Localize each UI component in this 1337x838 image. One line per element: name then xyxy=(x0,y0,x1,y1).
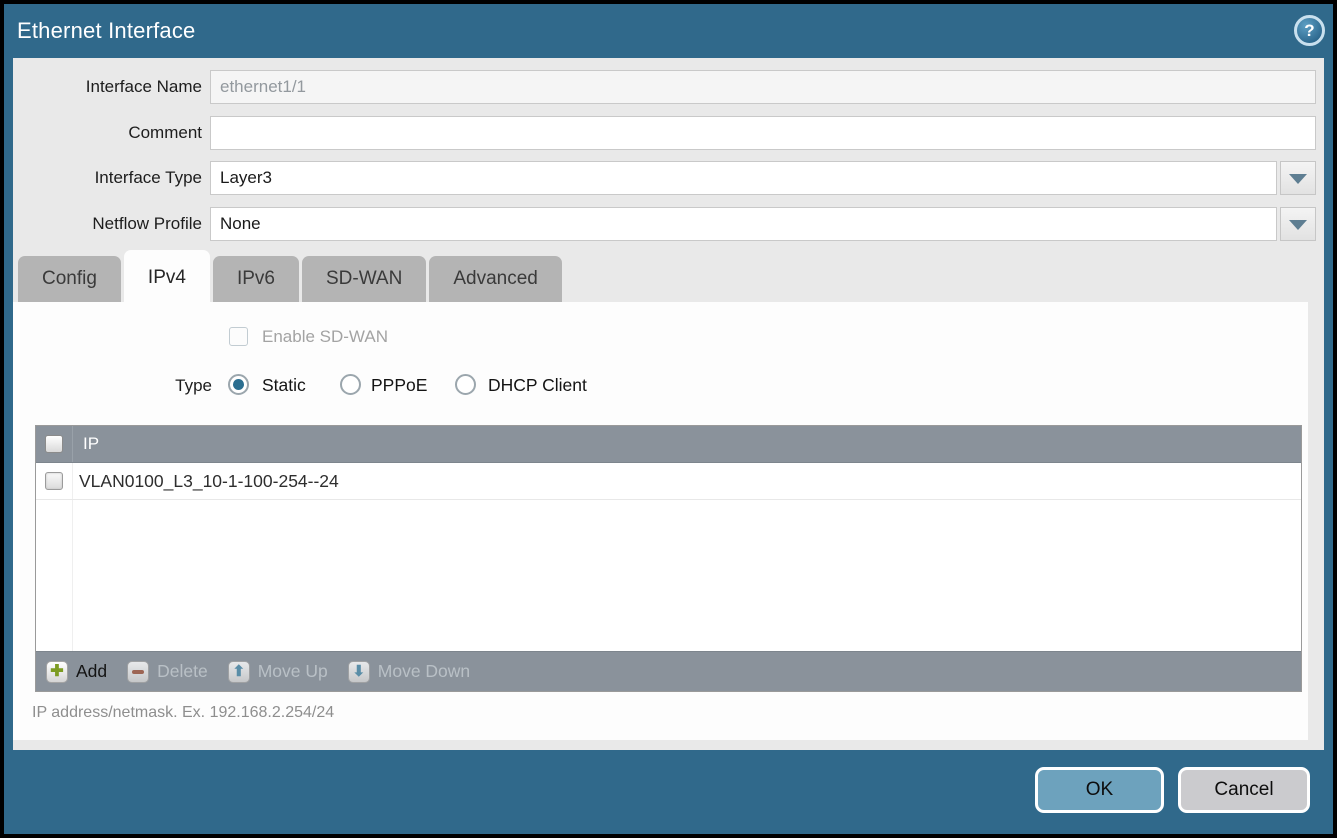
add-button-label: Add xyxy=(76,661,107,682)
cancel-button[interactable]: Cancel xyxy=(1178,767,1310,813)
interface-name-field xyxy=(210,70,1316,104)
ok-button[interactable]: OK xyxy=(1035,767,1164,813)
plus-icon: ✚ xyxy=(46,661,68,683)
interface-type-field[interactable] xyxy=(210,161,1277,195)
arrow-up-icon: ⬆ xyxy=(228,661,250,683)
delete-button-label: Delete xyxy=(157,661,208,682)
interface-type-dropdown-button[interactable] xyxy=(1280,161,1316,195)
move-up-button[interactable]: ⬆ Move Up xyxy=(228,661,328,683)
ip-format-hint: IP address/netmask. Ex. 192.168.2.254/24 xyxy=(32,704,334,722)
interface-type-label: Interface Type xyxy=(13,161,202,195)
radio-dhcp-client[interactable] xyxy=(455,374,476,395)
comment-field[interactable] xyxy=(210,116,1316,150)
move-down-button-label: Move Down xyxy=(378,661,470,682)
ethernet-interface-dialog: Ethernet Interface ? Interface Name Comm… xyxy=(0,0,1337,838)
dialog-title: Ethernet Interface xyxy=(17,18,195,44)
ip-table-body: VLAN0100_L3_10-1-100-254--24 xyxy=(36,463,1301,651)
chevron-down-icon xyxy=(1289,220,1307,230)
radio-static[interactable] xyxy=(228,374,249,395)
chevron-down-icon xyxy=(1289,174,1307,184)
enable-sdwan-label: Enable SD-WAN xyxy=(262,327,388,346)
tab-bar: Config IPv4 IPv6 SD-WAN Advanced xyxy=(18,250,562,302)
tab-advanced[interactable]: Advanced xyxy=(429,256,562,302)
type-label: Type xyxy=(13,375,212,396)
help-icon[interactable]: ? xyxy=(1294,15,1325,46)
ip-table: IP VLAN0100_L3_10-1-100-254--24 ✚ Add xyxy=(35,425,1302,692)
minus-icon xyxy=(127,661,149,683)
ipv4-panel: Enable SD-WAN Type Static PPPoE DHCP Cli… xyxy=(13,302,1308,740)
ip-cell[interactable]: VLAN0100_L3_10-1-100-254--24 xyxy=(79,463,339,499)
delete-button[interactable]: Delete xyxy=(127,661,208,683)
select-all-checkbox[interactable] xyxy=(45,435,63,453)
enable-sdwan-checkbox[interactable] xyxy=(229,327,248,346)
radio-dhcp-client-label: DHCP Client xyxy=(488,375,587,396)
table-row[interactable]: VLAN0100_L3_10-1-100-254--24 xyxy=(36,463,1301,500)
tab-config[interactable]: Config xyxy=(18,256,121,302)
dialog-body: Interface Name Comment Interface Type Ne… xyxy=(13,58,1324,750)
netflow-profile-field[interactable] xyxy=(210,207,1277,241)
move-up-button-label: Move Up xyxy=(258,661,328,682)
tab-sdwan[interactable]: SD-WAN xyxy=(302,256,426,302)
row-checkbox[interactable] xyxy=(45,472,63,490)
radio-pppoe[interactable] xyxy=(340,374,361,395)
netflow-profile-label: Netflow Profile xyxy=(13,207,202,241)
column-divider xyxy=(72,426,73,462)
tab-ipv4[interactable]: IPv4 xyxy=(124,250,210,302)
radio-static-label: Static xyxy=(262,375,306,396)
ip-column-header: IP xyxy=(83,426,99,462)
comment-label: Comment xyxy=(13,116,202,150)
table-toolbar: ✚ Add Delete ⬆ Move Up ⬇ Move Down xyxy=(36,651,1301,691)
radio-pppoe-label: PPPoE xyxy=(371,375,427,396)
arrow-down-icon: ⬇ xyxy=(348,661,370,683)
tab-ipv6[interactable]: IPv6 xyxy=(213,256,299,302)
netflow-profile-dropdown-button[interactable] xyxy=(1280,207,1316,241)
add-button[interactable]: ✚ Add xyxy=(46,661,107,683)
interface-name-label: Interface Name xyxy=(13,70,202,104)
ip-table-header: IP xyxy=(36,426,1301,463)
move-down-button[interactable]: ⬇ Move Down xyxy=(348,661,470,683)
